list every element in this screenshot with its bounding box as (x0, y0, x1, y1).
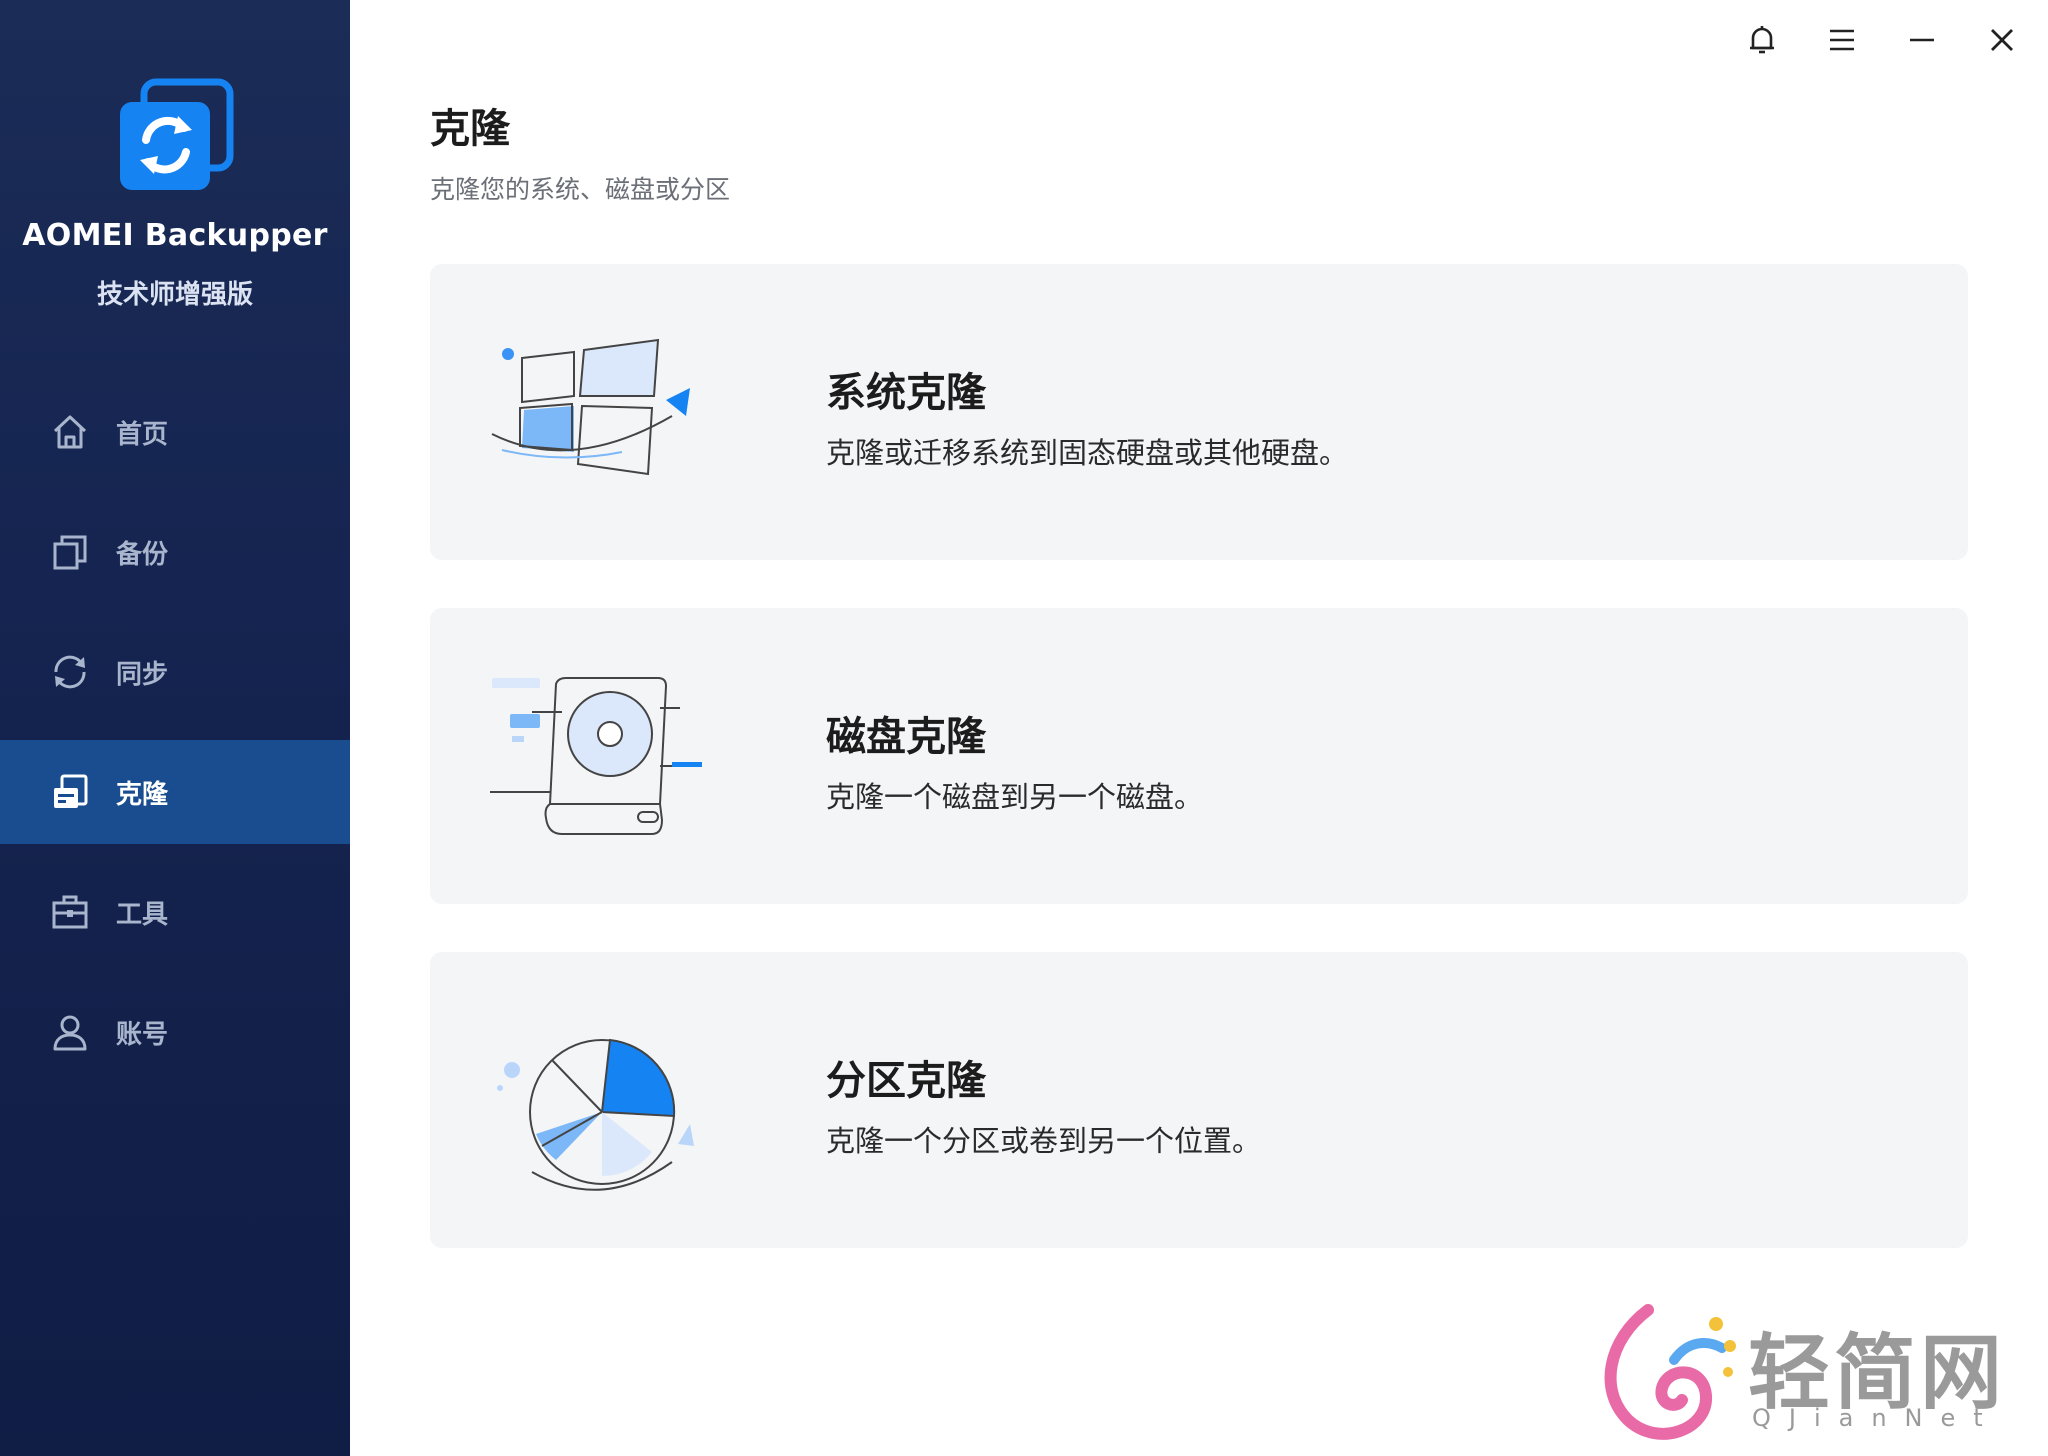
watermark-logo-icon (1604, 1304, 1736, 1440)
partition-clone-illustration-icon (482, 1012, 702, 1192)
sidebar-item-label: 账号 (116, 1019, 169, 1050)
sidebar-item-tools[interactable]: 工具 (0, 860, 350, 964)
sidebar-item-account[interactable]: 账号 (0, 980, 350, 1084)
system-clone-card[interactable]: 系统克隆 克隆或迁移系统到固态硬盘或其他硬盘。 (430, 264, 1968, 560)
sidebar-item-backup[interactable]: 备份 (0, 500, 350, 604)
sidebar-item-label: 备份 (116, 539, 169, 570)
sidebar-item-sync[interactable]: 同步 (0, 620, 350, 724)
watermark-sub: QJianNet (1752, 1404, 2001, 1432)
card-desc: 克隆一个磁盘到另一个磁盘。 (826, 780, 1204, 814)
sidebar: AOMEI Backupper 技术师增强版 首页 备份 同步 克隆 工具 账号 (0, 0, 350, 1456)
card-desc: 克隆一个分区或卷到另一个位置。 (826, 1124, 1262, 1158)
sync-icon (50, 652, 90, 692)
menu-icon[interactable] (1820, 18, 1864, 62)
system-clone-illustration-icon (482, 324, 702, 504)
clone-icon (50, 772, 90, 812)
bell-icon[interactable] (1740, 18, 1784, 62)
app-edition: 技术师增强版 (96, 280, 253, 310)
card-title: 系统克隆 (826, 370, 986, 416)
close-icon[interactable] (1980, 18, 2024, 62)
sidebar-item-label: 首页 (116, 419, 169, 450)
toolbox-icon (50, 892, 90, 932)
watermark: 轻简网 QJianNet (1588, 1300, 2028, 1450)
card-title: 分区克隆 (826, 1058, 986, 1104)
minimize-icon[interactable] (1900, 18, 1944, 62)
sidebar-item-label: 同步 (116, 659, 169, 690)
sidebar-item-label: 克隆 (116, 779, 169, 810)
partition-clone-card[interactable]: 分区克隆 克隆一个分区或卷到另一个位置。 (430, 952, 1968, 1248)
disk-clone-card[interactable]: 磁盘克隆 克隆一个磁盘到另一个磁盘。 (430, 608, 1968, 904)
sidebar-item-home[interactable]: 首页 (0, 380, 350, 484)
app-logo-icon (116, 78, 236, 194)
backup-icon (50, 532, 90, 572)
card-title: 磁盘克隆 (826, 714, 986, 760)
page-title: 克隆 (430, 106, 510, 152)
card-desc: 克隆或迁移系统到固态硬盘或其他硬盘。 (826, 436, 1349, 470)
disk-clone-illustration-icon (482, 668, 720, 848)
sidebar-item-label: 工具 (116, 899, 169, 930)
page-subtitle: 克隆您的系统、磁盘或分区 (430, 175, 731, 204)
sidebar-item-clone[interactable]: 克隆 (0, 740, 350, 844)
app-name: AOMEI Backupper (22, 218, 328, 253)
user-icon (50, 1012, 90, 1052)
window-controls (1740, 18, 2024, 62)
home-icon (50, 412, 90, 452)
sidebar-nav: 首页 备份 同步 克隆 工具 账号 (0, 380, 350, 1100)
